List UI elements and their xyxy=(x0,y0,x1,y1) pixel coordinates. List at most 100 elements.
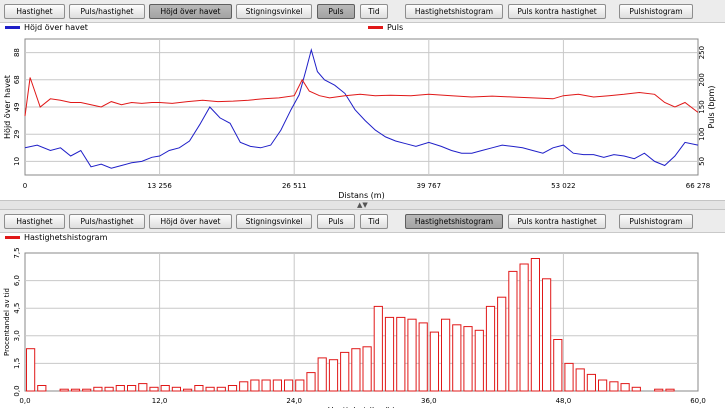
y-tick-label: 1,5 xyxy=(13,358,21,369)
histogram-bar xyxy=(328,359,339,392)
x-tick-label: 0 xyxy=(23,182,27,190)
histogram-bar xyxy=(407,318,417,392)
histogram-bar xyxy=(239,381,249,392)
histogram-bar xyxy=(149,386,159,392)
y-tick-label: 88 xyxy=(13,48,21,57)
histogram-bar xyxy=(396,316,406,392)
legend-histogram: Hastighetshistogram xyxy=(5,233,107,243)
histogram-bar xyxy=(227,385,238,392)
x-tick-label: 48,0 xyxy=(556,397,572,405)
histogram-bar xyxy=(295,379,305,392)
pulse-swatch xyxy=(368,26,383,29)
histogram-bar xyxy=(272,379,282,392)
histogram-bar xyxy=(497,296,507,392)
y-tick-label: 7,5 xyxy=(13,247,21,258)
y-tick-label: 10 xyxy=(13,157,21,166)
histogram-bar xyxy=(317,357,327,392)
histogram-bar xyxy=(418,322,428,392)
y2-axis-label: Puls (bpm) xyxy=(707,86,716,129)
x-tick-label: 66 278 xyxy=(686,182,711,190)
histogram-bar xyxy=(82,388,92,392)
histogram-bar xyxy=(598,379,608,392)
legend-histogram-label: Hastighetshistogram xyxy=(24,233,108,242)
tab-hastighetshistogram[interactable]: Hastighetshistogram xyxy=(405,4,503,19)
histogram-bar xyxy=(474,329,484,392)
tab-stigningsvinkel[interactable]: Stigningsvinkel xyxy=(236,4,312,19)
x-tick-label: 13 256 xyxy=(147,182,172,190)
histogram-bar xyxy=(429,331,439,392)
histogram-bar xyxy=(261,379,271,392)
histogram-bar xyxy=(485,305,496,392)
tab-stigningsvinkel[interactable]: Stigningsvinkel xyxy=(236,214,312,229)
histogram-bar xyxy=(542,278,552,392)
y2-tick-label: 100 xyxy=(698,128,706,141)
x-tick-label: 12,0 xyxy=(152,397,168,405)
x-axis-label: Distans (m) xyxy=(338,191,384,200)
histogram-bar xyxy=(183,388,193,392)
tab-puls-kontra-hastighet[interactable]: Puls kontra hastighet xyxy=(508,4,606,19)
plot-area xyxy=(24,252,699,392)
tab-hastighet[interactable]: Hastighet xyxy=(4,4,65,19)
x-tick-label: 24,0 xyxy=(286,397,302,405)
histogram-bar xyxy=(553,339,563,392)
histogram-bar xyxy=(620,383,630,392)
histogram-bar xyxy=(59,388,69,392)
histogram-bar xyxy=(205,386,215,392)
legend-pulse-label: Puls xyxy=(387,23,404,32)
x-tick-label: 53 022 xyxy=(551,182,576,190)
histogram-bar xyxy=(530,258,540,392)
tab-puls-hastighet[interactable]: Puls/hastighet xyxy=(69,214,145,229)
histogram-bar xyxy=(115,385,125,392)
histogram-bar xyxy=(138,383,148,392)
tab-pulshistogram[interactable]: Pulshistogram xyxy=(619,4,693,19)
y-tick-label: 49 xyxy=(13,103,21,112)
histogram-bar xyxy=(37,385,47,392)
bottom-chart-panel: Hastighet Puls/hastighet Höjd över havet… xyxy=(0,210,725,408)
histogram-bar xyxy=(250,379,260,392)
tab-hastighet[interactable]: Hastighet xyxy=(4,214,65,229)
tab-pulshistogram[interactable]: Pulshistogram xyxy=(619,214,693,229)
tab-puls-kontra-hastighet[interactable]: Puls kontra hastighet xyxy=(508,214,606,229)
legend-altitude: Höjd över havet xyxy=(5,23,88,33)
histogram-bar xyxy=(575,368,585,392)
speed-histogram-chart: 0,0 12,0 24,0 36,0 48,0 60,0 0,0 1,5 3,0 4,5 6,0 7,… xyxy=(3,247,706,408)
tab-hojd-over-havet[interactable]: Höjd över havet xyxy=(149,4,232,19)
histogram-bar xyxy=(452,324,462,392)
y-tick-label: 29 xyxy=(13,130,21,139)
histogram-bar xyxy=(654,388,664,392)
altitude-pulse-chart: 0 13 256 26 511 39 767 53 022 66 278 10 29 49 68 8… xyxy=(3,38,716,200)
panel-splitter[interactable]: ▲▼ xyxy=(0,200,725,210)
histogram-bar xyxy=(306,372,316,392)
histogram-bar xyxy=(216,386,226,392)
splitter-grip-icon[interactable]: ▲▼ xyxy=(357,202,368,209)
histogram-bar xyxy=(463,326,473,392)
histogram-bar xyxy=(160,385,170,392)
y2-tick-label: 200 xyxy=(698,73,706,86)
y2-tick-label: 50 xyxy=(698,157,706,166)
x-tick-label: 60,0 xyxy=(690,397,706,405)
tab-hastighetshistogram[interactable]: Hastighetshistogram xyxy=(405,214,503,229)
histogram-bar xyxy=(284,379,294,392)
top-chart-panel: Hastighet Puls/hastighet Höjd över havet… xyxy=(0,0,725,200)
tab-puls[interactable]: Puls xyxy=(317,214,355,229)
tab-hojd-over-havet[interactable]: Höjd över havet xyxy=(149,214,232,229)
histogram-bar xyxy=(441,318,451,392)
histogram-bar xyxy=(351,348,361,392)
altitude-swatch xyxy=(5,26,20,29)
y2-tick-label: 250 xyxy=(698,46,706,59)
histogram-bar xyxy=(631,386,641,392)
tab-tid[interactable]: Tid xyxy=(360,214,388,229)
histogram-bar xyxy=(104,386,114,392)
y-tick-label: 3,0 xyxy=(13,330,21,341)
y-tick-label: 0,0 xyxy=(13,385,21,396)
histogram-bar xyxy=(93,386,103,392)
tab-puls-hastighet[interactable]: Puls/hastighet xyxy=(69,4,145,19)
y2-tick-label: 150 xyxy=(698,100,706,113)
x-tick-label: 39 767 xyxy=(417,182,442,190)
tab-puls[interactable]: Puls xyxy=(317,4,355,19)
histogram-bar xyxy=(340,351,350,392)
top-toolbar: Hastighet Puls/hastighet Höjd över havet… xyxy=(0,0,725,23)
histogram-bar xyxy=(564,362,574,392)
tab-tid[interactable]: Tid xyxy=(360,4,388,19)
histogram-bar xyxy=(171,386,182,392)
